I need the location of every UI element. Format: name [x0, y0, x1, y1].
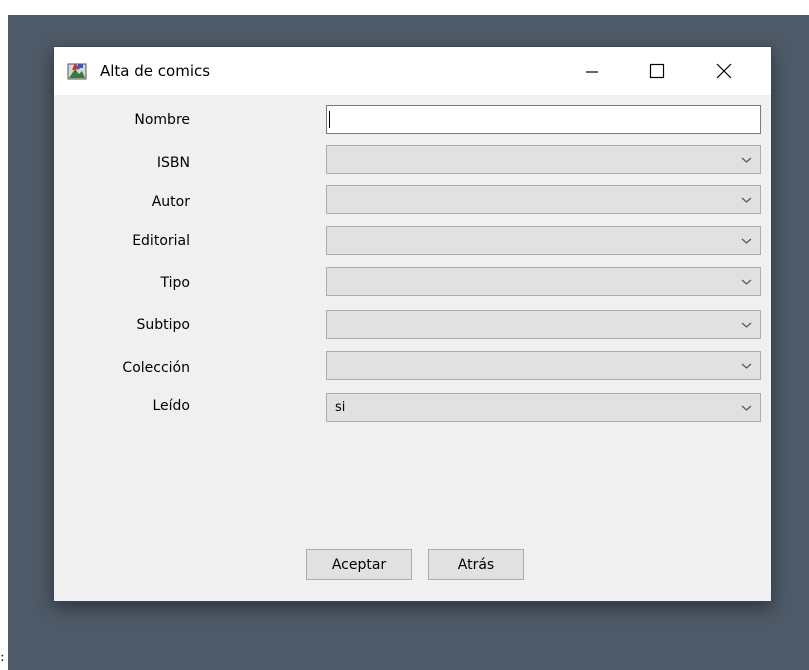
window-title: Alta de comics — [100, 62, 211, 80]
label-nombre: Nombre — [134, 112, 190, 128]
chevron-down-icon — [741, 405, 752, 411]
atras-button[interactable]: Atrás — [428, 549, 524, 580]
label-isbn: ISBN — [156, 155, 190, 171]
chevron-down-icon — [741, 322, 752, 328]
autor-combo[interactable] — [326, 185, 761, 214]
chevron-down-icon — [741, 157, 752, 163]
aceptar-button[interactable]: Aceptar — [306, 549, 412, 580]
chevron-down-icon — [741, 363, 752, 369]
maximize-button[interactable] — [634, 47, 680, 95]
close-button[interactable] — [701, 47, 747, 95]
label-subtipo: Subtipo — [136, 317, 190, 333]
chevron-down-icon — [741, 238, 752, 244]
minimize-button[interactable] — [569, 47, 615, 95]
nombre-input[interactable] — [326, 105, 761, 134]
comic-app-icon — [67, 61, 87, 81]
text-caret — [329, 111, 330, 128]
close-icon — [716, 63, 732, 79]
coleccion-combo[interactable] — [326, 351, 761, 380]
label-tipo: Tipo — [160, 275, 190, 291]
editorial-combo[interactable] — [326, 226, 761, 255]
label-coleccion: Colección — [122, 360, 190, 376]
tipo-combo[interactable] — [326, 267, 761, 296]
label-editorial: Editorial — [132, 233, 190, 249]
chevron-down-icon — [741, 197, 752, 203]
label-leido: Leído — [152, 398, 190, 414]
subtipo-combo[interactable] — [326, 310, 761, 339]
label-autor: Autor — [151, 194, 190, 210]
leido-value: si — [335, 400, 346, 415]
isbn-combo[interactable] — [326, 145, 761, 174]
chevron-down-icon — [741, 279, 752, 285]
leido-combo[interactable]: si — [326, 393, 761, 422]
stray-colon-text: : — [0, 649, 5, 665]
maximize-icon — [649, 63, 665, 79]
minimize-icon — [586, 71, 598, 73]
alta-comics-window: Alta de comics Nombre ISBN Autor Editori… — [54, 47, 771, 601]
title-bar[interactable]: Alta de comics — [54, 47, 771, 95]
